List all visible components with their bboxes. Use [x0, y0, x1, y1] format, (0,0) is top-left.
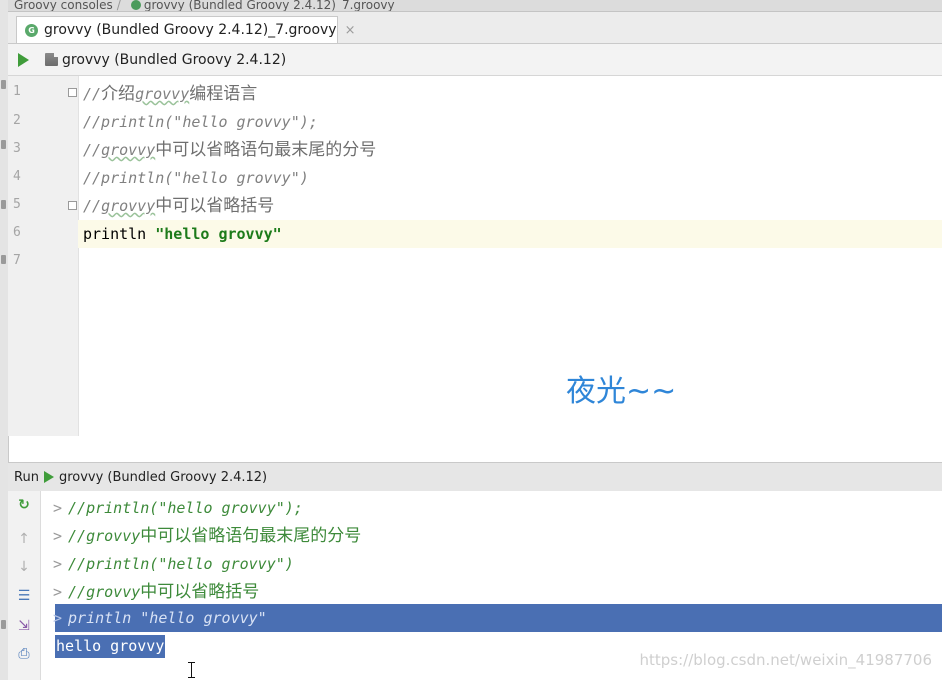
tab-label: grovvy (Bundled Groovy 2.4.12)_7.groovy [44, 22, 337, 38]
console-line: > //println("hello grovvy"); [53, 494, 303, 522]
comment-prefix: // [83, 85, 102, 103]
console-text: 中可以省略括号 [140, 582, 260, 602]
editor-tab-bar: G grovvy (Bundled Groovy 2.4.12)_7.groov… [8, 12, 942, 44]
scroll-to-end-icon[interactable]: ⇲ [16, 618, 32, 634]
comment-prefix: // [83, 197, 102, 215]
comment-text: 中可以省略括号 [155, 196, 275, 216]
line-number: 7 [13, 253, 21, 268]
tool-strip-marker[interactable] [1, 620, 6, 629]
breadcrumb-separator: / [116, 0, 121, 12]
run-config-title[interactable]: grovvy (Bundled Groovy 2.4.12) [59, 470, 267, 485]
tool-strip-marker[interactable] [1, 255, 6, 264]
breadcrumb-file[interactable]: grovvy (Bundled Groovy 2.4.12)_7.groovy [144, 0, 395, 11]
breadcrumb: Groovy consoles / grovvy (Bundled Groovy 2… [8, 0, 942, 12]
console-text: //println("hello grovvy"); [68, 499, 303, 517]
prompt-icon: > [53, 499, 63, 517]
arrow-up-icon[interactable]: ↑ [16, 531, 32, 547]
overlay-caption: 夜光~~ [566, 374, 677, 409]
console-result: hello grovvy [55, 635, 166, 658]
rerun-icon[interactable]: ↻ [16, 497, 32, 513]
code-line-6: println "hello grovvy" [83, 220, 282, 248]
run-config-icon [45, 52, 59, 66]
comment-prefix: // [83, 141, 102, 159]
code-keyword: println [83, 225, 156, 243]
line-number: 1 [13, 84, 21, 99]
line-number: 4 [13, 169, 21, 184]
console-line-selected: > println "hello grovvy" [53, 604, 267, 632]
console-toolbar: grovvy (Bundled Groovy 2.4.12) [8, 44, 942, 76]
line-number: 3 [13, 141, 21, 156]
run-tab-label[interactable]: Run [14, 470, 39, 485]
prompt-icon: > [53, 555, 63, 573]
line-number: 2 [13, 113, 21, 128]
console-line: > //println("hello grovvy") [53, 550, 294, 578]
run-config-label[interactable]: grovvy (Bundled Groovy 2.4.12) [62, 52, 286, 68]
run-icon[interactable] [18, 52, 29, 67]
tool-strip-marker[interactable] [1, 200, 6, 209]
code-line-1: //介绍grovvy编程语言 [83, 80, 257, 108]
line-gutter: 1 2 3 4 5 6 7 [8, 76, 79, 436]
console-text: //grovvy [68, 583, 141, 601]
console-text: 中可以省略语句最末尾的分号 [140, 526, 362, 546]
close-icon[interactable]: × [345, 23, 356, 38]
code-string: "hello grovvy" [155, 225, 282, 243]
print-icon[interactable]: ⎙ [16, 646, 32, 662]
code-line-2: //println("hello grovvy"); [83, 113, 318, 131]
soft-wrap-icon[interactable]: ☰ [16, 588, 32, 604]
line-number: 5 [13, 197, 21, 212]
comment-text: 介绍 [101, 84, 136, 104]
console-text: //println("hello grovvy") [68, 555, 294, 573]
fold-start-icon[interactable] [68, 88, 77, 97]
groovy-file-icon: G [25, 23, 38, 37]
prompt-icon: > [53, 583, 63, 601]
run-panel-header: Run grovvy (Bundled Groovy 2.4.12) [8, 462, 942, 492]
console-text: println "hello grovvy" [68, 609, 267, 627]
arrow-down-icon[interactable]: ↓ [16, 559, 32, 575]
code-editor[interactable]: 1 2 3 4 5 6 7 //介绍grovvy编程语言 //println("… [8, 76, 942, 436]
comment-word: grovvy [101, 141, 156, 159]
run-icon [43, 471, 54, 483]
run-panel-toolbar: ↻ ↑ ↓ ☰ ⇲ ⎙ [8, 491, 41, 680]
prompt-icon: > [53, 609, 63, 627]
line-number: 6 [13, 225, 21, 240]
watermark: https://blog.csdn.net/weixin_41987706 [639, 651, 932, 669]
tab-grovvy-script[interactable]: G grovvy (Bundled Groovy 2.4.12)_7.groov… [16, 16, 355, 43]
code-line-5: //grovvy中可以省略括号 [83, 192, 274, 220]
console-text: //grovvy [68, 527, 141, 545]
console-line: > //grovvy中可以省略语句最末尾的分号 [53, 522, 361, 550]
fold-end-icon[interactable] [68, 201, 77, 210]
comment-text: 中可以省略语句最末尾的分号 [155, 140, 377, 160]
text-cursor-icon [188, 662, 195, 678]
code-line-3: //grovvy中可以省略语句最末尾的分号 [83, 136, 376, 164]
comment-text: 编程语言 [189, 84, 258, 104]
groovy-file-icon [130, 0, 141, 10]
comment-word: grovvy [135, 85, 190, 103]
breadcrumb-root[interactable]: Groovy consoles [14, 0, 113, 11]
tool-strip-marker[interactable] [1, 80, 6, 89]
code-line-4: //println("hello grovvy") [83, 169, 309, 187]
prompt-icon: > [53, 527, 63, 545]
comment-word: grovvy [101, 197, 156, 215]
tool-strip-marker[interactable] [1, 140, 6, 149]
console-line: > //grovvy中可以省略括号 [53, 578, 259, 606]
